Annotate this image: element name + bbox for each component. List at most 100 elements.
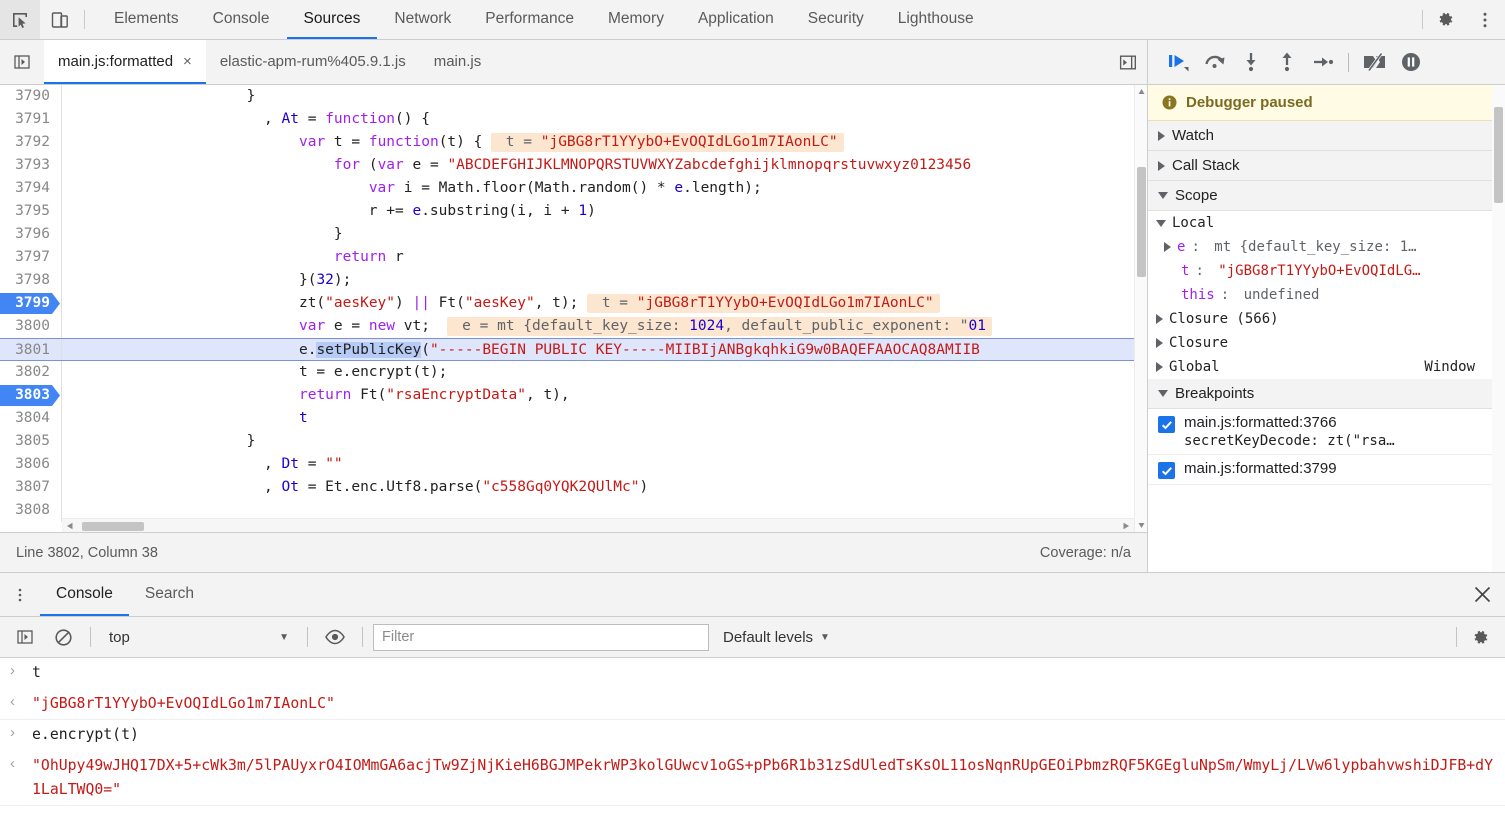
code-line-row[interactable]: 3793 for (var e = "ABCDEFGHIJKLMNOPQRSTU… bbox=[0, 154, 1147, 177]
file-tab-elastic-apm-rum[interactable]: elastic-apm-rum%405.9.1.js bbox=[206, 40, 420, 84]
breakpoint-checkbox[interactable] bbox=[1158, 416, 1175, 433]
scroll-left-arrow-icon[interactable] bbox=[66, 522, 74, 530]
console-context-selector[interactable]: top ▼ bbox=[101, 623, 297, 651]
editor-horizontal-scrollbar[interactable] bbox=[62, 518, 1134, 532]
clear-console-button[interactable] bbox=[46, 623, 80, 651]
deactivate-breakpoints-button[interactable] bbox=[1358, 47, 1391, 77]
code-line-row[interactable]: 3801 e.setPublicKey("-----BEGIN PUBLIC K… bbox=[0, 338, 1147, 361]
line-number[interactable]: 3796 bbox=[0, 223, 62, 246]
panel-tab-console[interactable]: Console bbox=[196, 0, 287, 39]
scope-entry-e[interactable]: e: mt {default_key_size: 1… bbox=[1148, 235, 1505, 259]
line-number[interactable]: 3795 bbox=[0, 200, 62, 223]
console-filter-input[interactable] bbox=[373, 623, 709, 651]
code-line-row[interactable]: 3799 zt("aesKey") || Ft("aesKey", t); t … bbox=[0, 292, 1147, 315]
scope-global[interactable]: Global Window bbox=[1148, 355, 1505, 379]
line-number[interactable]: 3791 bbox=[0, 108, 62, 131]
breakpoint-item[interactable]: main.js:formatted:3799 bbox=[1148, 455, 1505, 485]
panel-tab-network[interactable]: Network bbox=[377, 0, 468, 39]
code-line-row[interactable]: 3802 t = e.encrypt(t); bbox=[0, 361, 1147, 384]
code-line-row[interactable]: 3792 var t = function(t) { t = "jGBG8rT1… bbox=[0, 131, 1147, 154]
code-line-row[interactable]: 3798 }(32); bbox=[0, 269, 1147, 292]
close-drawer-button[interactable] bbox=[1459, 573, 1505, 616]
code-line-row[interactable]: 3807 , Ot = Et.enc.Utf8.parse("c558Gq0YQ… bbox=[0, 476, 1147, 499]
debugger-scroll-thumb[interactable] bbox=[1494, 107, 1503, 203]
code-line-row[interactable]: 3791 , At = function() { bbox=[0, 108, 1147, 131]
breakpoint-line-number[interactable]: 3799 bbox=[0, 292, 62, 315]
code-line-row[interactable]: 3804 t bbox=[0, 407, 1147, 430]
line-number[interactable]: 3808 bbox=[0, 499, 62, 522]
scope-closure-566[interactable]: Closure (566) bbox=[1148, 307, 1505, 331]
step-into-next-function-call-button[interactable] bbox=[1234, 47, 1267, 77]
line-number[interactable]: 3807 bbox=[0, 476, 62, 499]
inspect-element-button[interactable] bbox=[0, 0, 40, 39]
line-number[interactable]: 3793 bbox=[0, 154, 62, 177]
console-settings-button[interactable] bbox=[1463, 623, 1497, 651]
scope-group-local[interactable]: Local bbox=[1148, 211, 1505, 235]
line-number[interactable]: 3794 bbox=[0, 177, 62, 200]
console-output-message[interactable]: ‹ "jGBG8rT1YYybO+EvOQIdLGo1m7IAonLC" bbox=[0, 689, 1505, 720]
scroll-up-arrow-icon[interactable] bbox=[1138, 88, 1145, 95]
step-button[interactable] bbox=[1306, 47, 1339, 77]
create-live-expression-button[interactable] bbox=[318, 623, 352, 651]
line-number[interactable]: 3804 bbox=[0, 407, 62, 430]
scope-entry-t[interactable]: t: "jGBG8rT1YYybO+EvOQIdLG… bbox=[1148, 259, 1505, 283]
line-number[interactable]: 3805 bbox=[0, 430, 62, 453]
section-watch[interactable]: Watch bbox=[1148, 121, 1505, 151]
close-icon[interactable]: × bbox=[183, 54, 192, 69]
pause-on-exceptions-button[interactable] bbox=[1394, 47, 1427, 77]
line-number[interactable]: 3801 bbox=[0, 339, 62, 360]
console-message-list[interactable]: › t ‹ "jGBG8rT1YYybO+EvOQIdLGo1m7IAonLC" › e.… bbox=[0, 658, 1505, 823]
breakpoint-checkbox[interactable] bbox=[1158, 462, 1175, 479]
code-line-row[interactable]: 3790 } bbox=[0, 85, 1147, 108]
file-tab-main-js[interactable]: main.js bbox=[420, 40, 496, 84]
section-scope[interactable]: Scope bbox=[1148, 181, 1505, 211]
drawer-menu-button[interactable] bbox=[0, 573, 40, 616]
console-output-message[interactable]: ‹ "OhUpy49wJHQ17DX+5+cWk3m/5lPAUyxrO4IOMm… bbox=[0, 751, 1505, 806]
console-input-message[interactable]: › t bbox=[0, 658, 1505, 689]
code-line-row[interactable]: 3795 r += e.substring(i, i + 1) bbox=[0, 200, 1147, 223]
code-editor[interactable]: 3790 } 3791 , At = function() {3792 var t… bbox=[0, 85, 1147, 532]
debugger-sidebar-scrollbar[interactable] bbox=[1492, 85, 1505, 572]
show-navigator-button[interactable] bbox=[0, 40, 44, 84]
line-number[interactable]: 3790 bbox=[0, 85, 62, 108]
resume-script-execution-button[interactable] bbox=[1162, 47, 1195, 77]
scroll-down-arrow-icon[interactable] bbox=[1138, 522, 1145, 529]
panel-tab-elements[interactable]: Elements bbox=[97, 0, 196, 39]
file-tab-main-js-formatted[interactable]: main.js:formatted × bbox=[44, 40, 206, 84]
code-line-row[interactable]: 3796 } bbox=[0, 223, 1147, 246]
code-line-row[interactable]: 3803 return Ft("rsaEncryptData", t), bbox=[0, 384, 1147, 407]
section-call-stack[interactable]: Call Stack bbox=[1148, 151, 1505, 181]
code-line-row[interactable]: 3800 var e = new vt; e = mt {default_key… bbox=[0, 315, 1147, 338]
line-number[interactable]: 3800 bbox=[0, 315, 62, 338]
console-sidebar-button[interactable] bbox=[8, 623, 42, 651]
code-line-row[interactable]: 3797 return r bbox=[0, 246, 1147, 269]
editor-vertical-scrollbar[interactable] bbox=[1134, 85, 1147, 532]
code-line-row[interactable]: 3794 var i = Math.floor(Math.random() * … bbox=[0, 177, 1147, 200]
code-line-row[interactable]: 3805 } bbox=[0, 430, 1147, 453]
settings-button[interactable] bbox=[1425, 0, 1465, 39]
toggle-device-toolbar-button[interactable] bbox=[40, 0, 80, 39]
breakpoint-item[interactable]: main.js:formatted:3766 secretKeyDecode: … bbox=[1148, 409, 1505, 455]
panel-tab-lighthouse[interactable]: Lighthouse bbox=[881, 0, 991, 39]
panel-tab-security[interactable]: Security bbox=[791, 0, 881, 39]
code-line-row[interactable]: 3806 , Dt = "" bbox=[0, 453, 1147, 476]
drawer-tab-search[interactable]: Search bbox=[129, 573, 210, 616]
line-number[interactable]: 3798 bbox=[0, 269, 62, 292]
section-breakpoints[interactable]: Breakpoints bbox=[1148, 379, 1505, 409]
scroll-right-arrow-icon[interactable] bbox=[1122, 522, 1130, 530]
editor-vertical-scroll-thumb[interactable] bbox=[1137, 167, 1146, 277]
editor-horizontal-scroll-thumb[interactable] bbox=[82, 522, 144, 531]
panel-tab-sources[interactable]: Sources bbox=[286, 0, 378, 39]
console-log-levels-dropdown[interactable]: Default levels ▼ bbox=[713, 623, 840, 651]
more-options-button[interactable] bbox=[1465, 0, 1505, 39]
step-out-of-current-function-button[interactable] bbox=[1270, 47, 1303, 77]
panel-tab-application[interactable]: Application bbox=[681, 0, 791, 39]
panel-tab-memory[interactable]: Memory bbox=[591, 0, 681, 39]
line-number[interactable]: 3806 bbox=[0, 453, 62, 476]
scope-closure[interactable]: Closure bbox=[1148, 331, 1505, 355]
file-tab-overflow[interactable] bbox=[1118, 40, 1147, 84]
line-number[interactable]: 3792 bbox=[0, 131, 62, 154]
drawer-tab-console[interactable]: Console bbox=[40, 573, 129, 616]
step-over-next-function-call-button[interactable] bbox=[1198, 47, 1231, 77]
scope-entry-this[interactable]: this: undefined bbox=[1148, 283, 1505, 307]
